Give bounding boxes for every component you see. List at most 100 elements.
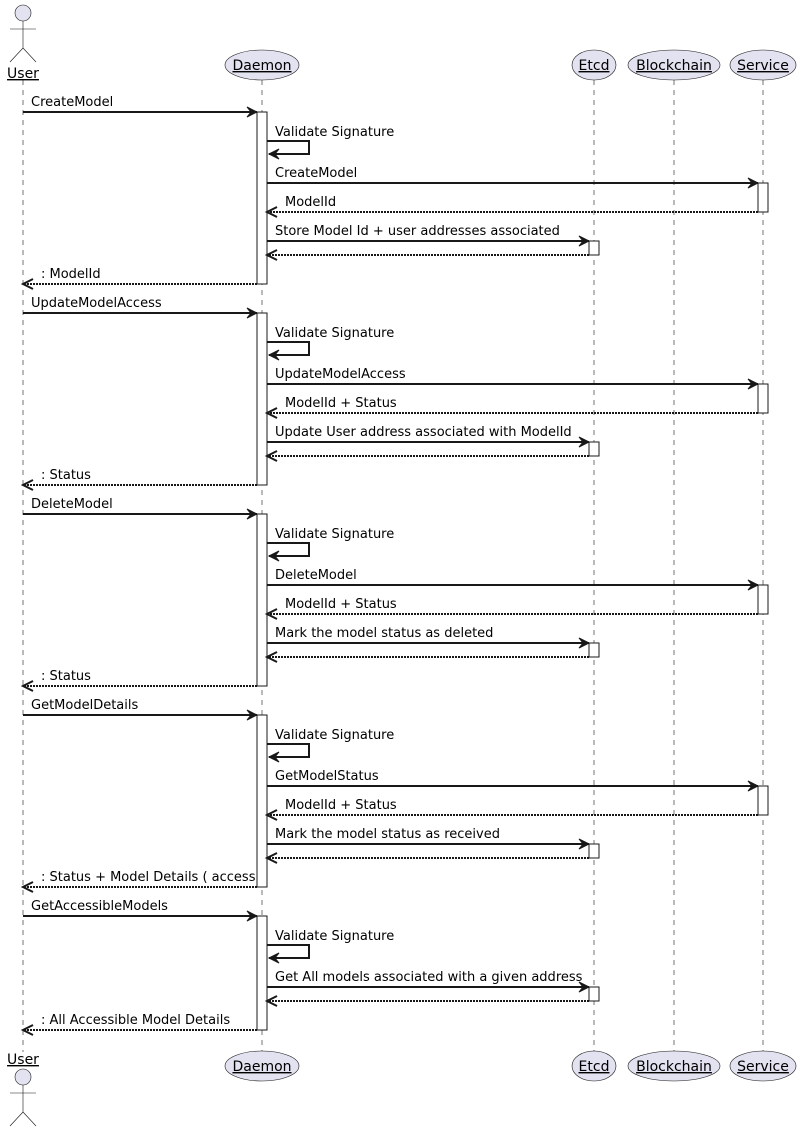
- participant-label: Daemon: [232, 58, 291, 74]
- participant-label: User: [7, 1052, 39, 1068]
- message-label: Validate Signature: [275, 929, 394, 944]
- activation-bar-etcd: [588, 441, 600, 457]
- message-label: ModelId + Status: [285, 396, 397, 411]
- message-label: Get All models associated with a given a…: [275, 970, 583, 985]
- activation-bar-daemon: [256, 915, 268, 1031]
- participant-etcd-bottom: Etcd: [571, 1050, 617, 1082]
- message-sync: GetModelDetails: [23, 698, 259, 721]
- message-label: Validate Signature: [275, 527, 394, 542]
- message-sync: CreateModel: [23, 95, 259, 118]
- participant-blockchain-bottom: Blockchain: [627, 1050, 721, 1082]
- actor-bottom: User: [7, 1052, 39, 1127]
- participant-label: Service: [737, 1059, 789, 1075]
- message-label: GetAccessibleModels: [31, 899, 168, 914]
- participant-etcd-top: Etcd: [571, 49, 617, 81]
- participants: User User Daemon Daemon Etcd Etcd Blockchain Bl…: [7, 4, 797, 1127]
- message-sync: Store Model Id + user addresses associat…: [267, 224, 591, 247]
- message-sync: Get All models associated with a given a…: [267, 970, 591, 993]
- activation-bar-service: [757, 785, 769, 816]
- message-label: Mark the model status as deleted: [275, 626, 493, 641]
- participant-label: Etcd: [579, 1059, 610, 1075]
- actor-top: User: [7, 4, 39, 82]
- participant-label: Etcd: [579, 58, 610, 74]
- message-sync: DeleteModel: [267, 568, 760, 591]
- message-return: [264, 651, 589, 663]
- activation-bar-daemon: [256, 513, 268, 687]
- message-label: : Status + Model Details ( access: [41, 870, 256, 885]
- message-self: Validate Signature: [267, 929, 394, 964]
- participant-label: Blockchain: [636, 1059, 712, 1075]
- activation-bar-etcd: [588, 642, 600, 658]
- message-return: : Status: [20, 468, 257, 491]
- message-label: Validate Signature: [275, 728, 394, 743]
- message-label: ModelId: [285, 195, 336, 210]
- message-self: Validate Signature: [267, 728, 394, 763]
- message-label: Mark the model status as received: [275, 827, 500, 842]
- participant-daemon-bottom: Daemon: [224, 1050, 300, 1082]
- message-label: DeleteModel: [31, 497, 113, 512]
- message-return: [264, 852, 589, 864]
- activation-bar-etcd: [588, 240, 600, 256]
- sequence-diagram: CreateModel Validate Signature CreateModel…: [7, 4, 797, 1127]
- message-return: ModelId + Status: [264, 597, 758, 620]
- message-sync: UpdateModelAccess: [267, 367, 760, 390]
- message-sync: DeleteModel: [23, 497, 259, 520]
- activation-bar-daemon: [256, 714, 268, 888]
- message-return: [264, 450, 589, 462]
- activation-bar-daemon: [256, 111, 268, 285]
- message-sync: CreateModel: [267, 166, 760, 189]
- activation-bar-service: [757, 584, 769, 615]
- message-sync: Mark the model status as deleted: [267, 626, 591, 649]
- actor-body-icon: [9, 1085, 37, 1127]
- message-sync: Mark the model status as received: [267, 827, 591, 850]
- participant-label: Daemon: [232, 1059, 291, 1075]
- actor-head-icon: [14, 1068, 32, 1086]
- participant-label: Blockchain: [636, 58, 712, 74]
- participant-service-top: Service: [729, 49, 797, 81]
- message-return: : Status: [20, 669, 257, 692]
- actor-head-icon: [14, 4, 32, 22]
- message-label: : Status: [41, 669, 91, 684]
- message-self: Validate Signature: [267, 326, 394, 361]
- activation-bar-service: [757, 182, 769, 213]
- message-return: [264, 995, 589, 1007]
- message-label: CreateModel: [31, 95, 113, 110]
- message-label: : All Accessible Model Details: [41, 1013, 230, 1028]
- message-label: ModelId + Status: [285, 798, 397, 813]
- message-label: UpdateModelAccess: [275, 367, 406, 382]
- activation-bar-etcd: [588, 986, 600, 1002]
- activation-bar-daemon: [256, 312, 268, 486]
- message-label: GetModelDetails: [31, 698, 138, 713]
- actor-body-icon: [9, 21, 37, 63]
- message-label: : ModelId: [41, 267, 101, 282]
- message-return: ModelId + Status: [264, 396, 758, 419]
- message-return: ModelId: [264, 195, 758, 218]
- activation-bar-service: [757, 383, 769, 414]
- message-return: : Status + Model Details ( access: [20, 870, 257, 893]
- message-label: GetModelStatus: [275, 769, 379, 784]
- message-sync: Update User address associated with Mode…: [267, 425, 591, 448]
- message-label: UpdateModelAccess: [31, 296, 162, 311]
- message-return: ModelId + Status: [264, 798, 758, 821]
- participant-label: Service: [737, 58, 789, 74]
- message-return: : All Accessible Model Details: [20, 1013, 257, 1036]
- message-label: : Status: [41, 468, 91, 483]
- messages: CreateModel Validate Signature CreateModel…: [20, 95, 760, 1036]
- message-label: DeleteModel: [275, 568, 357, 583]
- message-label: CreateModel: [275, 166, 357, 181]
- message-return: : ModelId: [20, 267, 257, 290]
- activation-bar-etcd: [588, 843, 600, 859]
- message-label: Store Model Id + user addresses associat…: [275, 224, 560, 239]
- participant-daemon-top: Daemon: [224, 49, 300, 81]
- message-self: Validate Signature: [267, 527, 394, 562]
- message-return: [264, 249, 589, 261]
- participant-label: User: [7, 66, 39, 82]
- message-sync: GetAccessibleModels: [23, 899, 259, 922]
- message-label: ModelId + Status: [285, 597, 397, 612]
- participant-blockchain-top: Blockchain: [627, 49, 721, 81]
- message-label: Validate Signature: [275, 125, 394, 140]
- message-sync: GetModelStatus: [267, 769, 760, 792]
- message-self: Validate Signature: [267, 125, 394, 160]
- message-label: Update User address associated with Mode…: [275, 425, 572, 440]
- message-sync: UpdateModelAccess: [23, 296, 259, 319]
